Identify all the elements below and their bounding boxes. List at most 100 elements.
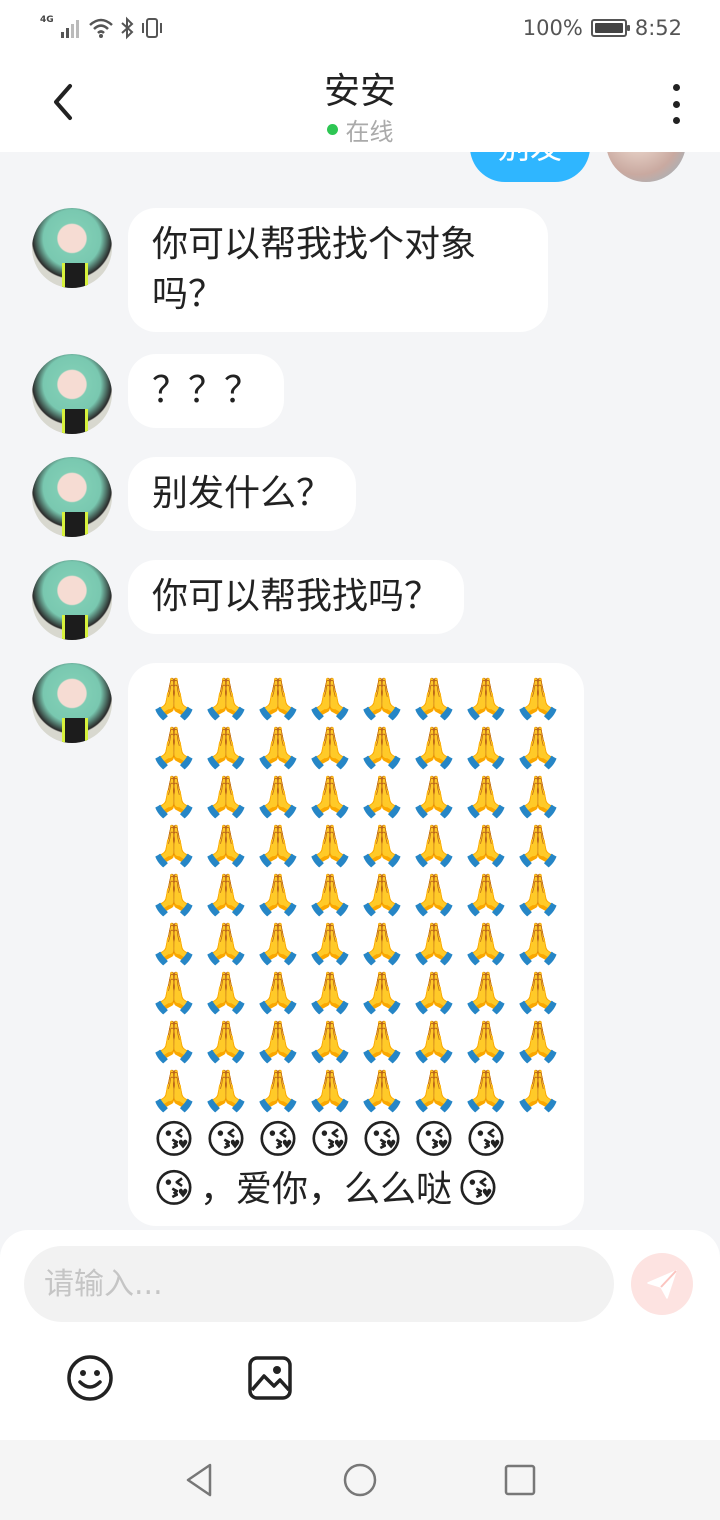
pray-emoji: 🙏 [513, 872, 563, 918]
triangle-back-icon [186, 1463, 212, 1497]
wifi-icon [88, 18, 113, 38]
sent-message-bubble[interactable]: 别发 [469, 152, 590, 182]
signal-icon [60, 20, 79, 38]
kiss-emoji-row: 😘 😘 😘 😘 😘 😘 😘 [148, 1116, 564, 1165]
pray-emoji: 🙏 [357, 1019, 407, 1065]
square-recents-icon [504, 1464, 536, 1496]
pray-emoji: 🙏 [513, 676, 563, 722]
contact-avatar[interactable] [32, 663, 112, 743]
pray-emoji: 🙏 [357, 676, 407, 722]
pray-emoji: 🙏 [149, 1019, 199, 1065]
kiss-emoji: 😘 [309, 1117, 351, 1163]
pray-emoji: 🙏 [513, 774, 563, 820]
pray-emoji: 🙏 [201, 1019, 251, 1065]
pray-emoji: 🙏 [357, 872, 407, 918]
pray-emoji: 🙏 [305, 872, 355, 918]
pray-emoji: 🙏 [513, 725, 563, 771]
more-options-button[interactable] [664, 84, 688, 124]
message-bubble[interactable]: ？？？ [128, 354, 285, 428]
pray-emoji: 🙏 [357, 774, 407, 820]
send-button[interactable] [631, 1253, 693, 1315]
pray-emoji: 🙏 [149, 774, 199, 820]
emoji-button[interactable] [64, 1352, 116, 1404]
kiss-emoji: 😘 [257, 1117, 299, 1163]
pray-emoji: 🙏 [253, 774, 303, 820]
pray-emoji: 🙏 [305, 676, 355, 722]
image-button[interactable] [244, 1352, 296, 1404]
pray-emoji: 🙏 [513, 1019, 563, 1065]
pray-emoji: 🙏 [357, 921, 407, 967]
status-indicators: 4G [40, 14, 164, 42]
pray-emoji: 🙏 [513, 1068, 563, 1114]
pray-emoji: 🙏 [409, 676, 459, 722]
message-row: 你可以帮我找吗？ [32, 560, 465, 640]
pray-emoji: 🙏 [305, 1068, 355, 1114]
pray-emoji: 🙏 [149, 823, 199, 869]
message-bubble[interactable]: 🙏 🙏 🙏 🙏 🙏 🙏 🙏 🙏 🙏 🙏 🙏 🙏 🙏 🙏 🙏 🙏 🙏 🙏 🙏 🙏 🙏 🙏 🙏 🙏 🙏 🙏 🙏 🙏 🙏 🙏 🙏 🙏 🙏 🙏 🙏 🙏 🙏 🙏 🙏 🙏… [128, 663, 584, 1226]
pray-emoji: 🙏 [149, 970, 199, 1016]
network-type-label: 4G [40, 15, 54, 25]
pray-emoji: 🙏 [461, 921, 511, 967]
message-tail: 😘 ，爱你，么么哒 😘 [148, 1165, 564, 1214]
message-row: 你可以帮我找个对象吗？ [32, 208, 548, 332]
kiss-emoji: 😘 [205, 1117, 247, 1163]
message-bubble[interactable]: 你可以帮我找吗？ [128, 560, 465, 634]
message-bubble[interactable]: 你可以帮我找个对象吗？ [128, 208, 548, 332]
online-dot-icon [326, 124, 338, 135]
pray-emoji: 🙏 [201, 676, 251, 722]
pray-emoji: 🙏 [461, 774, 511, 820]
pray-emoji: 🙏 [513, 921, 563, 967]
bluetooth-icon [120, 16, 134, 40]
message-input[interactable] [24, 1246, 614, 1322]
pray-emoji: 🙏 [461, 1068, 511, 1114]
my-avatar[interactable] [606, 152, 686, 182]
pray-emoji: 🙏 [409, 1068, 459, 1114]
contact-avatar[interactable] [32, 457, 112, 537]
contact-avatar[interactable] [32, 208, 112, 288]
more-vertical-icon [672, 84, 680, 91]
pray-emoji: 🙏 [461, 823, 511, 869]
pray-emoji: 🙏 [409, 774, 459, 820]
kiss-emoji: 😘 [361, 1117, 403, 1163]
nav-recents-button[interactable] [502, 1462, 538, 1498]
pray-emoji: 🙏 [409, 1019, 459, 1065]
pray-emoji: 🙏 [201, 823, 251, 869]
online-status-label: 在线 [345, 118, 394, 146]
message-bubble[interactable]: 别发什么？ [128, 457, 357, 531]
pray-emoji: 🙏 [409, 921, 459, 967]
pray-emoji: 🙏 [201, 725, 251, 771]
message-list[interactable]: 别发 你可以帮我找个对象吗？ ？？？ 别发什么？ 你可以帮我找吗？ 🙏🙏🙏🙏🙏🙏… [0, 152, 720, 1230]
kiss-emoji: 😘 [413, 1117, 455, 1163]
input-area [0, 1230, 720, 1440]
pray-emoji: 🙏 [461, 1019, 511, 1065]
kiss-emoji: 😘 [465, 1117, 507, 1163]
system-nav-bar [0, 1440, 720, 1520]
message-row: 🙏 🙏 🙏 🙏 🙏 🙏 🙏 🙏 🙏 🙏 🙏 🙏 🙏 🙏 🙏 🙏 🙏 🙏 🙏 🙏 🙏 🙏 🙏 🙏 🙏 🙏 🙏 🙏 🙏 🙏 🙏 🙏 🙏 🙏 🙏 🙏 🙏 🙏 🙏 🙏… [32, 663, 584, 1226]
pray-emoji: 🙏 [513, 823, 563, 869]
clock: 8:52 [634, 16, 682, 40]
pray-emoji: 🙏 [149, 725, 199, 771]
pray-emoji: 🙏 [149, 1068, 199, 1114]
circle-home-icon [343, 1463, 377, 1497]
pray-emoji: 🙏 [149, 872, 199, 918]
battery-icon [590, 19, 630, 37]
pray-emoji: 🙏 [305, 970, 355, 1016]
pray-emoji: 🙏 [357, 970, 407, 1016]
pray-emoji: 🙏 [357, 823, 407, 869]
pray-emoji: 🙏 [201, 774, 251, 820]
contact-avatar[interactable] [32, 354, 112, 434]
contact-avatar[interactable] [32, 560, 112, 640]
pray-emoji: 🙏 [461, 676, 511, 722]
pray-emoji: 🙏 [357, 1068, 407, 1114]
nav-back-button[interactable] [182, 1462, 218, 1498]
pray-emoji: 🙏 [201, 1068, 251, 1114]
kiss-emoji: 😘 [153, 1166, 195, 1212]
pray-emoji: 🙏 [253, 725, 303, 771]
pray-emoji: 🙏 [253, 823, 303, 869]
pray-emoji: 🙏 [253, 872, 303, 918]
pray-emoji: 🙏 [305, 774, 355, 820]
battery-fill [594, 23, 623, 33]
nav-home-button[interactable] [342, 1462, 378, 1498]
pray-emoji: 🙏 [409, 725, 459, 771]
pray-emoji: 🙏 [357, 725, 407, 771]
